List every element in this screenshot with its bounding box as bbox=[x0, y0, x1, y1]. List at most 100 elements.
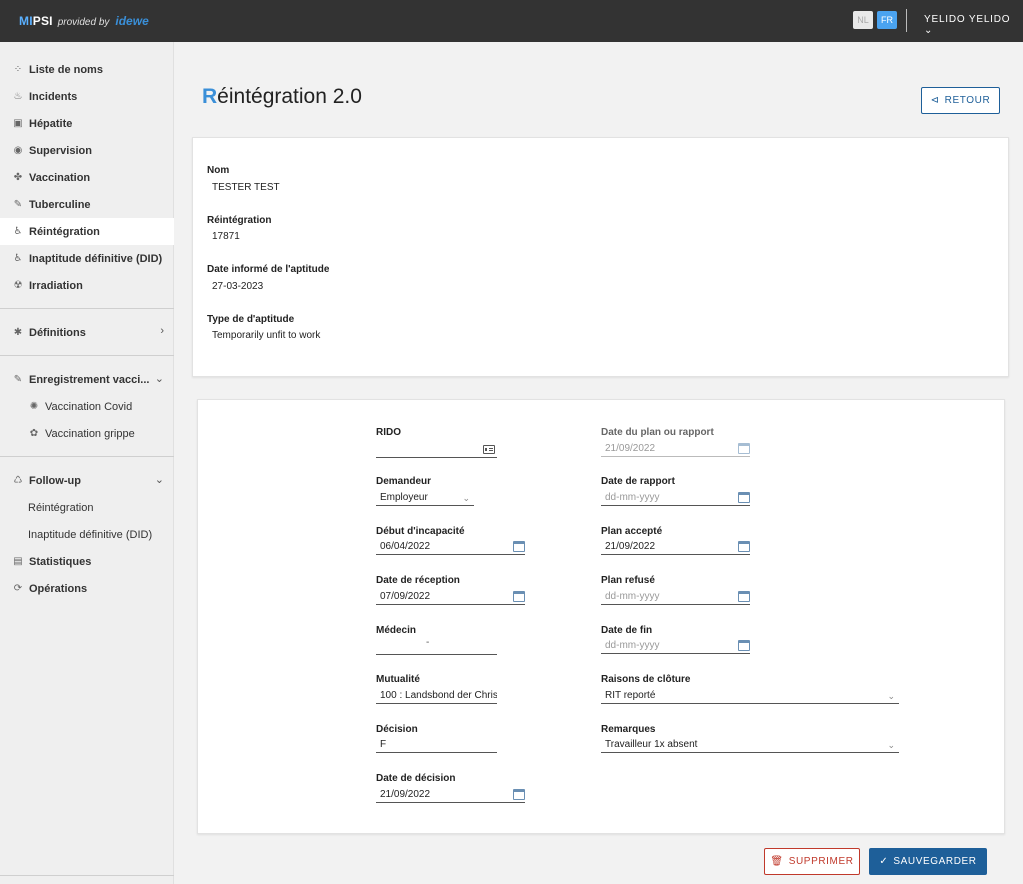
raisons-cloture-label: Raisons de clôture bbox=[601, 674, 691, 685]
plan-accepte-field[interactable]: 21/09/2022 bbox=[601, 539, 750, 555]
calendar-icon[interactable] bbox=[738, 640, 750, 651]
remarques-label: Remarques bbox=[601, 724, 656, 735]
sidebar: ⁘ Liste de noms ♨ Incidents ▣ Hépatite ◉ Sup… bbox=[0, 42, 174, 884]
eye-icon: ◉ bbox=[13, 144, 23, 156]
date-decision-field[interactable]: 21/09/2022 bbox=[376, 787, 525, 803]
user-menu[interactable]: YELIDO YELIDO ⌄ bbox=[924, 14, 1023, 36]
debut-incapacite-field[interactable]: 06/04/2022 bbox=[376, 539, 525, 555]
chevron-down-icon: ⌄ bbox=[887, 691, 895, 701]
user-name: YELIDO YELIDO bbox=[924, 14, 1011, 25]
info-card: Nom TESTER TEST Réintégration 17871 Date… bbox=[192, 137, 1009, 377]
raisons-cloture-select[interactable]: RIT reporté ⌄ bbox=[601, 688, 899, 704]
logo-mipsi: MIPSI bbox=[19, 14, 53, 28]
calendar-icon[interactable] bbox=[513, 789, 525, 800]
calendar-icon bbox=[738, 443, 750, 454]
sidebar-divider bbox=[0, 308, 174, 309]
save-button[interactable]: ✓ SAUVEGARDER bbox=[869, 848, 987, 875]
sidebar-item-follow-up[interactable]: ♺ Follow-up ⌄ bbox=[0, 467, 174, 494]
chevron-right-icon: › bbox=[160, 325, 164, 337]
sidebar-item-vaccination-grippe[interactable]: ✿ Vaccination grippe bbox=[0, 420, 174, 447]
syringe-icon: ✎ bbox=[13, 373, 23, 385]
decision-field[interactable]: F bbox=[376, 737, 497, 753]
sidebar-item-vaccination[interactable]: ✤ Vaccination bbox=[0, 164, 174, 191]
sidebar-item-liste-de-noms[interactable]: ⁘ Liste de noms bbox=[0, 56, 174, 83]
delete-button[interactable]: 🗑 SUPPRIMER bbox=[764, 848, 860, 875]
sidebar-item-followup-reintegration[interactable]: Réintégration bbox=[0, 494, 174, 521]
syringe-icon: ✎ bbox=[13, 198, 23, 210]
sidebar-item-definitions[interactable]: ✱ Définitions › bbox=[0, 319, 174, 346]
plan-refuse-field[interactable]: dd-mm-yyyy bbox=[601, 589, 750, 605]
sidebar-item-hepatite[interactable]: ▣ Hépatite bbox=[0, 110, 174, 137]
type-aptitude-value: Temporarily unfit to work bbox=[212, 330, 321, 341]
id-card-icon[interactable] bbox=[483, 445, 495, 454]
sidebar-item-enregistrement[interactable]: ✎ Enregistrement vacci... ⌄ bbox=[0, 366, 174, 393]
calendar-icon[interactable] bbox=[513, 541, 525, 552]
trash-icon: 🗑 bbox=[770, 856, 784, 867]
decision-label: Décision bbox=[376, 724, 418, 735]
sidebar-item-supervision[interactable]: ◉ Supervision bbox=[0, 137, 174, 164]
sidebar-item-reintegration[interactable]: ♿ Réintégration bbox=[0, 218, 174, 245]
debut-incapacite-label: Début d'incapacité bbox=[376, 526, 465, 537]
sidebar-item-vaccination-covid[interactable]: ✺ Vaccination Covid bbox=[0, 393, 174, 420]
sidebar-item-statistiques[interactable]: ▤ Statistiques bbox=[0, 548, 174, 575]
briefcase-icon: ▣ bbox=[13, 117, 23, 129]
calendar-icon[interactable] bbox=[738, 591, 750, 602]
person-icon: ♿ bbox=[13, 225, 23, 237]
app-logo[interactable]: MIPSI provided by idewe bbox=[19, 14, 149, 28]
date-rapport-field[interactable]: dd-mm-yyyy bbox=[601, 490, 750, 506]
calendar-icon[interactable] bbox=[513, 591, 525, 602]
rido-label: RIDO bbox=[376, 427, 401, 438]
chevron-down-icon: ⌄ bbox=[154, 373, 164, 385]
date-reception-label: Date de réception bbox=[376, 575, 460, 586]
back-button[interactable]: ⊲ RETOUR bbox=[921, 87, 1000, 114]
demandeur-select[interactable]: Employeur ⌄ bbox=[376, 490, 474, 506]
calendar-icon[interactable] bbox=[738, 541, 750, 552]
date-decision-label: Date de décision bbox=[376, 773, 456, 784]
reintegration-value: 17871 bbox=[212, 231, 240, 242]
logo-idewe: idewe bbox=[115, 14, 149, 28]
language-nl-button[interactable]: NL bbox=[853, 11, 873, 29]
remarques-select[interactable]: Travailleur 1x absent ⌄ bbox=[601, 737, 899, 753]
date-fin-label: Date de fin bbox=[601, 625, 653, 636]
person-icon: ♿ bbox=[13, 252, 23, 264]
date-informe-label: Date informé de l'aptitude bbox=[207, 264, 330, 275]
language-fr-button[interactable]: FR bbox=[877, 11, 897, 29]
nom-value: TESTER TEST bbox=[212, 182, 280, 193]
medecin-label: Médecin bbox=[376, 625, 417, 636]
plan-refuse-label: Plan refusé bbox=[601, 575, 655, 586]
date-fin-field[interactable]: dd-mm-yyyy bbox=[601, 638, 750, 654]
calendar-icon[interactable] bbox=[738, 492, 750, 503]
form-card: RIDO Demandeur Employeur ⌄ Début d'incapa… bbox=[197, 399, 1005, 834]
mutualite-field[interactable]: 100 : Landsbond der Christelijke Mutuali… bbox=[376, 688, 497, 704]
sidebar-item-tuberculine[interactable]: ✎ Tuberculine bbox=[0, 191, 174, 218]
sidebar-item-inaptitude[interactable]: ♿ Inaptitude définitive (DID) bbox=[0, 245, 174, 272]
date-informe-value: 27-03-2023 bbox=[212, 281, 264, 292]
sidebar-divider bbox=[0, 875, 174, 876]
sidebar-item-incidents[interactable]: ♨ Incidents bbox=[0, 83, 174, 110]
demandeur-label: Demandeur bbox=[376, 476, 432, 487]
date-plan-rapport-label: Date du plan ou rapport bbox=[601, 427, 714, 438]
sidebar-item-irradiation[interactable]: ☢ Irradiation bbox=[0, 272, 174, 299]
plan-accepte-label: Plan accepté bbox=[601, 526, 663, 537]
snowflake-icon: ✱ bbox=[13, 326, 23, 338]
date-reception-field[interactable]: 07/09/2022 bbox=[376, 589, 525, 605]
nom-label: Nom bbox=[207, 165, 230, 176]
sidebar-item-operations[interactable]: ⟳ Opérations bbox=[0, 575, 174, 602]
sidebar-divider bbox=[0, 355, 174, 356]
sidebar-divider bbox=[0, 456, 174, 457]
rido-field[interactable] bbox=[376, 442, 497, 458]
chevron-down-icon: ⌄ bbox=[462, 493, 470, 503]
medecin-field[interactable]: - bbox=[376, 639, 497, 655]
date-plan-rapport-field: 21/09/2022 bbox=[601, 441, 750, 457]
cycle-icon: ⟳ bbox=[13, 582, 23, 594]
flame-icon: ♨ bbox=[13, 90, 23, 102]
page-title: Réintégration 2.0 bbox=[202, 85, 362, 108]
sidebar-item-followup-inaptitude[interactable]: Inaptitude définitive (DID) bbox=[0, 521, 174, 548]
reintegration-label: Réintégration bbox=[207, 215, 272, 226]
back-icon: ⊲ bbox=[930, 95, 940, 106]
date-rapport-label: Date de rapport bbox=[601, 476, 675, 487]
virus-icon: ✺ bbox=[29, 400, 39, 412]
chevron-down-icon: ⌄ bbox=[154, 474, 164, 486]
chart-icon: ▤ bbox=[13, 555, 23, 567]
radiation-icon: ☢ bbox=[13, 279, 23, 291]
